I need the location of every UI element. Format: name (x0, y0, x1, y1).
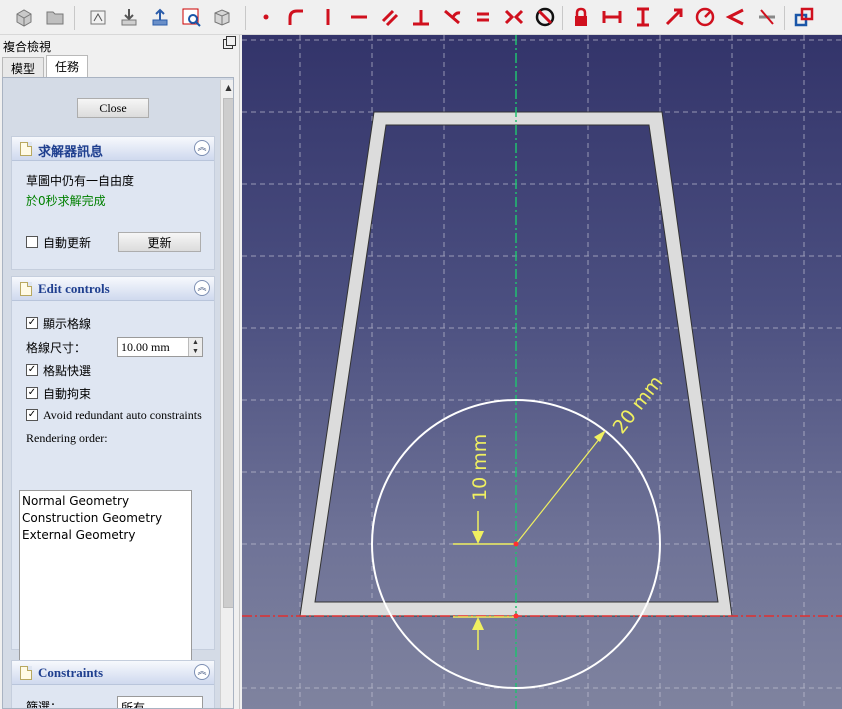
vertical-distance-icon[interactable] (631, 5, 655, 29)
task-panel: Close 求解器訊息 ︽ 草圖中仍有一自由度 於0秒求解完成 自動更新 更新 … (2, 77, 234, 709)
collapse-icon[interactable]: ︽ (194, 664, 210, 680)
constraints-group: Constraints ︽ 篩選： 所有 (11, 660, 215, 709)
grid-snap-label: 格點快選 (43, 364, 92, 378)
document-icon (20, 666, 32, 680)
document-icon (20, 142, 32, 156)
radius-dimension[interactable]: 20 mm (515, 372, 668, 545)
angle-constraint-icon[interactable] (724, 5, 748, 29)
auto-update-checkbox[interactable] (26, 236, 38, 248)
parallel-constraint-icon[interactable] (378, 5, 402, 29)
constraints-title: Constraints (38, 665, 104, 680)
vertical-dimension[interactable]: 10 mm (453, 434, 514, 650)
point-icon[interactable] (254, 5, 278, 29)
update-button[interactable]: 更新 (118, 232, 201, 252)
arc-icon[interactable] (284, 5, 308, 29)
avoid-redundant-checkbox[interactable]: ✓ (26, 409, 38, 421)
horizontal-constraint-icon[interactable] (347, 5, 371, 29)
rendering-order-list[interactable]: Normal Geometry Construction Geometry Ex… (19, 490, 192, 680)
combo-view-panel: 複合檢視 模型 任務 Close 求解器訊息 ︽ 草圖中仍有一自由度 於0秒求解… (0, 35, 240, 709)
grid-size-value: 10.00 mm (121, 340, 170, 354)
view-section-icon[interactable] (179, 5, 203, 29)
block-constraint-icon[interactable] (533, 5, 557, 29)
horizontal-distance-icon[interactable] (600, 5, 624, 29)
dof-message: 草圖中仍有一自由度 (26, 174, 135, 188)
filter-select[interactable]: 所有 (117, 696, 203, 709)
grid-size-input[interactable]: 10.00 mm ▲ ▼ (117, 337, 203, 357)
grid-size-label: 格線尺寸： (26, 341, 87, 355)
tab-tasks[interactable]: 任務 (46, 55, 89, 77)
radius-label: 20 mm (609, 372, 668, 439)
auto-update-label: 自動更新 (43, 236, 92, 250)
new-sketch-icon[interactable] (86, 5, 110, 29)
solver-messages-group: 求解器訊息 ︽ 草圖中仍有一自由度 於0秒求解完成 自動更新 更新 (11, 136, 215, 270)
attach-sketch-icon[interactable] (117, 5, 141, 29)
avoid-redundant-label: Avoid redundant auto constraints (43, 408, 202, 422)
tangent-constraint-icon[interactable] (440, 5, 464, 29)
edit-controls-title: Edit controls (38, 281, 110, 296)
rendering-order-label: Rendering order: (26, 431, 108, 445)
vertical-constraint-icon[interactable] (316, 5, 340, 29)
list-item[interactable]: Construction Geometry (22, 510, 189, 527)
perpendicular-constraint-icon[interactable] (409, 5, 433, 29)
radius-constraint-icon[interactable] (693, 5, 717, 29)
edit-controls-header[interactable]: Edit controls ︽ (12, 277, 214, 301)
constraints-header[interactable]: Constraints ︽ (12, 661, 214, 685)
part-icon[interactable] (12, 5, 36, 29)
solved-message: 於0秒求解完成 (26, 194, 106, 208)
collapse-icon[interactable]: ︽ (194, 280, 210, 296)
sketch-canvas[interactable]: 20 mm 10 mm (242, 35, 842, 709)
validate-sketch-icon[interactable] (210, 5, 234, 29)
panel-title: 複合檢視 (3, 40, 52, 54)
folder-icon[interactable] (43, 5, 67, 29)
equal-constraint-icon[interactable] (471, 5, 495, 29)
origin-point[interactable] (513, 613, 519, 619)
scroll-up-icon[interactable]: ▲ (223, 82, 233, 93)
snell-law-icon[interactable] (755, 5, 779, 29)
document-icon (20, 282, 32, 296)
list-item[interactable]: Normal Geometry (22, 493, 189, 510)
symmetric-constraint-icon[interactable] (502, 5, 526, 29)
solver-messages-title: 求解器訊息 (38, 144, 104, 159)
auto-constraints-checkbox[interactable]: ✓ (26, 387, 38, 399)
collapse-icon[interactable]: ︽ (194, 140, 210, 156)
show-grid-label: 顯示格線 (43, 317, 92, 331)
auto-constraints-label: 自動拘束 (43, 387, 92, 401)
close-button[interactable]: Close (77, 98, 149, 118)
filter-value: 所有 (121, 701, 146, 709)
grid-snap-checkbox[interactable]: ✓ (26, 364, 38, 376)
toolbar (0, 0, 842, 35)
list-item[interactable]: External Geometry (22, 527, 189, 544)
distance-icon[interactable] (662, 5, 686, 29)
scrollbar[interactable]: ▲ (220, 80, 233, 708)
lock-constraint-icon[interactable] (569, 5, 593, 29)
sketch-viewport[interactable]: 20 mm 10 mm (242, 35, 842, 709)
toggle-driving-icon[interactable] (792, 5, 816, 29)
show-grid-checkbox[interactable]: ✓ (26, 317, 38, 329)
scrollbar-thumb[interactable] (223, 98, 233, 608)
float-panel-icon[interactable] (223, 36, 236, 49)
vertical-dimension-label: 10 mm (469, 434, 491, 501)
solver-messages-header[interactable]: 求解器訊息 ︽ (12, 137, 214, 161)
spin-arrows-icon[interactable]: ▲ ▼ (188, 338, 202, 356)
tab-model[interactable]: 模型 (2, 57, 45, 77)
filter-label: 篩選： (26, 700, 63, 709)
leave-sketch-icon[interactable] (148, 5, 172, 29)
circle-center-point[interactable] (513, 541, 519, 547)
